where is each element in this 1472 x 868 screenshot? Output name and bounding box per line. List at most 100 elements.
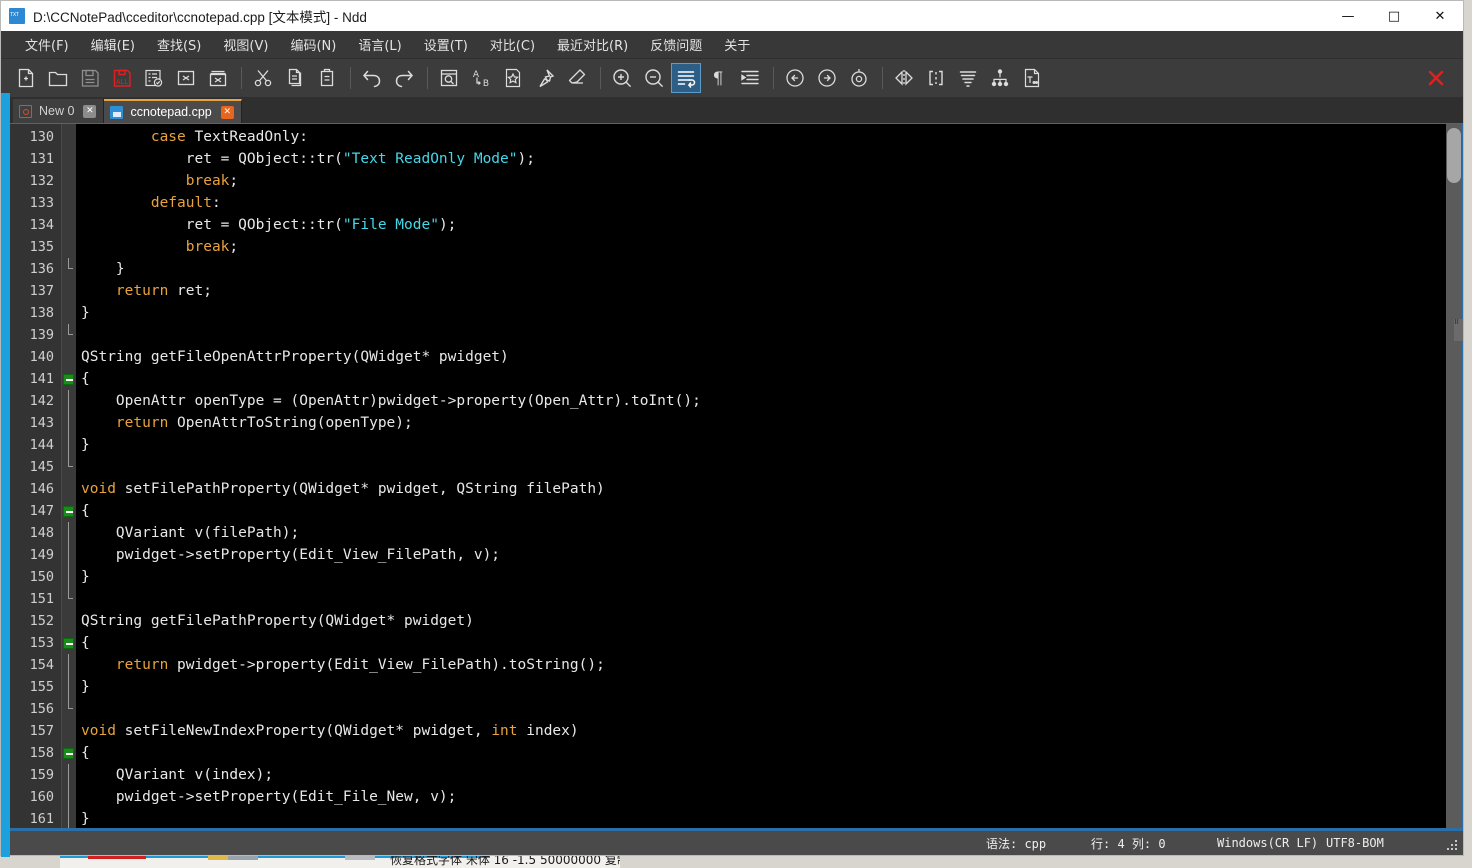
toolbar-bookmark[interactable]	[498, 63, 528, 93]
toolbar-save[interactable]	[75, 63, 105, 93]
line-number: 137	[10, 280, 61, 302]
fold-marker-cell	[62, 258, 76, 280]
toolbar-undo[interactable]	[357, 63, 387, 93]
toolbar-separator-4	[600, 67, 601, 89]
menu-compare[interactable]: 对比(C)	[480, 32, 545, 57]
toolbar-navigate-back[interactable]	[780, 63, 810, 93]
code-editor[interactable]: 1301311321331341351361371381391401411421…	[10, 124, 1462, 828]
toolbar-redo[interactable]	[389, 63, 419, 93]
toolbar-save-all[interactable]: ALL	[107, 63, 137, 93]
code-token: index)	[518, 723, 579, 739]
tab-new-0[interactable]: New 0 ✕	[13, 99, 104, 123]
svg-text:B: B	[483, 79, 489, 89]
code-line: QVariant v(filePath);	[81, 522, 1462, 544]
line-number: 147	[10, 500, 61, 522]
toolbar-sort[interactable]	[953, 63, 983, 93]
toolbar-pin[interactable]	[530, 63, 560, 93]
fold-marker-cell[interactable]	[62, 368, 76, 390]
minimize-button[interactable]: —	[1325, 1, 1371, 31]
close-window-button[interactable]: ✕	[1417, 1, 1463, 31]
line-number: 139	[10, 324, 61, 346]
menu-about[interactable]: 关于	[714, 32, 760, 57]
toolbar-paste[interactable]	[312, 63, 342, 93]
line-number: 159	[10, 764, 61, 786]
line-number: 161	[10, 808, 61, 828]
fold-marker-cell[interactable]	[62, 500, 76, 522]
line-number: 155	[10, 676, 61, 698]
toolbar-separator-3	[427, 67, 428, 89]
toolbar-separator-5	[773, 67, 774, 89]
toolbar-open-file[interactable]	[43, 63, 73, 93]
toolbar-new-file[interactable]	[11, 63, 41, 93]
code-token: setFileNewIndexProperty(QWidget* pwidget…	[116, 723, 491, 739]
fold-marker-cell	[62, 786, 76, 808]
toolbar-replace[interactable]: A B	[466, 63, 496, 93]
code-token: return	[116, 283, 168, 299]
toolbar-structure[interactable]	[985, 63, 1015, 93]
tab-label: New 0	[39, 104, 74, 118]
code-line: {	[81, 632, 1462, 654]
menu-search[interactable]: 查找(S)	[147, 32, 211, 57]
code-text-area[interactable]: case TextReadOnly: ret = QObject::tr("Te…	[76, 124, 1462, 828]
maximize-button[interactable]: □	[1371, 1, 1417, 31]
right-dock-handle[interactable]: ⠿	[1454, 319, 1463, 341]
line-number: 136	[10, 258, 61, 280]
menu-recent-compare[interactable]: 最近对比(R)	[547, 32, 638, 57]
toolbar-zoom-in[interactable]	[607, 63, 637, 93]
code-token: }	[81, 679, 90, 695]
fold-marker-cell	[62, 302, 76, 324]
toolbar-navigate-forward[interactable]	[812, 63, 842, 93]
toolbar-close-all[interactable]	[203, 63, 233, 93]
fold-collapse-icon[interactable]	[63, 506, 74, 517]
code-line: }	[81, 258, 1462, 280]
fold-marker-cell[interactable]	[62, 742, 76, 764]
code-line: ret = QObject::tr("File Mode");	[81, 214, 1462, 236]
fold-marker-cell[interactable]	[62, 632, 76, 654]
fold-collapse-icon[interactable]	[63, 638, 74, 649]
tab-close-icon[interactable]: ✕	[221, 106, 234, 119]
vertical-scrollbar[interactable]	[1446, 124, 1462, 828]
toolbar-show-whitespace[interactable]: ¶	[703, 63, 733, 93]
menu-edit[interactable]: 编辑(E)	[81, 32, 145, 57]
status-encoding[interactable]: UTF8-BOM	[1326, 836, 1384, 850]
status-line-ending[interactable]: Windows(CR LF)	[1217, 836, 1318, 850]
menu-language[interactable]: 语言(L)	[348, 32, 411, 57]
toolbar-separator-6	[882, 67, 883, 89]
toolbar-clear-marks[interactable]	[562, 63, 592, 93]
fold-marker-cell	[62, 478, 76, 500]
toolbar-zoom-out[interactable]	[639, 63, 669, 93]
fold-collapse-icon[interactable]	[63, 374, 74, 385]
toolbar-template[interactable]	[1017, 63, 1047, 93]
close-document-red-x-icon[interactable]	[1425, 67, 1447, 89]
code-folding-column[interactable]	[62, 124, 76, 828]
menu-feedback[interactable]: 反馈问题	[640, 32, 712, 57]
toolbar-cut[interactable]	[248, 63, 278, 93]
toolbar-word-wrap[interactable]	[671, 63, 701, 93]
tab-ccnotepad-cpp[interactable]: ccnotepad.cpp ✕	[104, 99, 241, 123]
menu-file[interactable]: 文件(F)	[15, 32, 79, 57]
line-number: 150	[10, 566, 61, 588]
status-caret-position: 行: 4 列: 0	[1091, 835, 1166, 852]
tab-close-icon[interactable]: ✕	[83, 105, 96, 118]
toolbar-copy[interactable]	[280, 63, 310, 93]
toolbar-match-brace[interactable]	[921, 63, 951, 93]
code-token: }	[81, 305, 90, 321]
line-number: 145	[10, 456, 61, 478]
menu-view[interactable]: 视图(V)	[213, 32, 278, 57]
toolbar-session[interactable]	[139, 63, 169, 93]
toolbar-close-file[interactable]	[171, 63, 201, 93]
fold-collapse-icon[interactable]	[63, 748, 74, 759]
code-token: OpenAttrToString(openType);	[168, 415, 412, 431]
toolbar-goto[interactable]	[844, 63, 874, 93]
code-line: }	[81, 302, 1462, 324]
toolbar-find[interactable]	[434, 63, 464, 93]
toolbar-compare[interactable]	[889, 63, 919, 93]
line-number: 138	[10, 302, 61, 324]
line-number: 152	[10, 610, 61, 632]
menu-encoding[interactable]: 编码(N)	[280, 32, 346, 57]
resize-grip-icon[interactable]	[1447, 840, 1459, 852]
status-syntax[interactable]: 语法: cpp	[986, 835, 1046, 852]
toolbar-indent-guide[interactable]	[735, 63, 765, 93]
menu-settings[interactable]: 设置(T)	[414, 32, 478, 57]
vertical-scrollbar-thumb[interactable]	[1447, 128, 1461, 183]
